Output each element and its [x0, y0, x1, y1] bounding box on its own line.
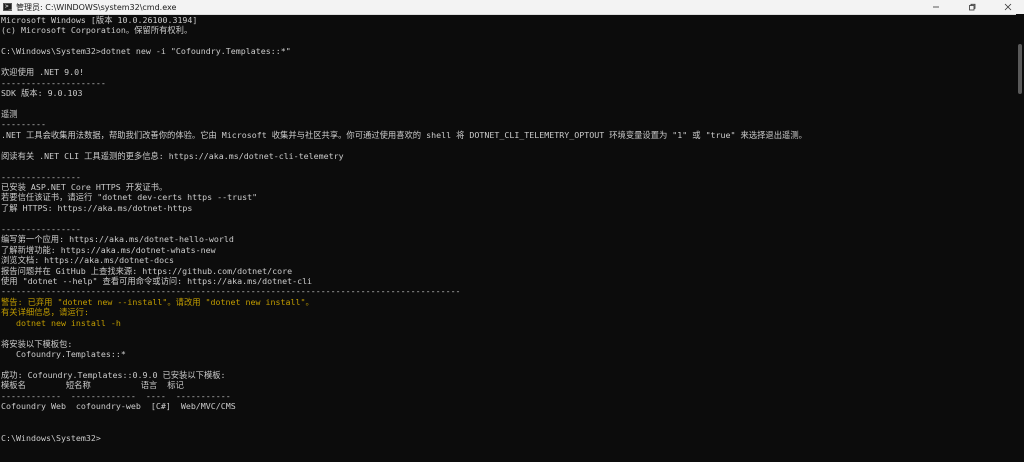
console-line: --------------------- [1, 77, 106, 88]
window-controls [920, 0, 1024, 14]
console-line: 成功: Cofoundry.Templates::0.9.0 已安装以下模板: [1, 369, 226, 380]
console-line: ----------------------------------------… [1, 286, 461, 297]
console-line: 浏览文档: https://aka.ms/dotnet-docs [1, 255, 175, 266]
console-line: 模板名 短名称 语言 标记 [1, 380, 184, 391]
console-line: 编写第一个应用: https://aka.ms/dotnet-hello-wor… [1, 234, 234, 245]
window-title: 管理员: C:\WINDOWS\system32\cmd.exe [16, 2, 177, 12]
cmd-icon-glyph: >_ [5, 3, 13, 10]
console-line: 遥测 [1, 108, 18, 119]
console-line: Microsoft Windows [版本 10.0.26100.3194] [1, 15, 198, 25]
console-line: (c) Microsoft Corporation。保留所有权利。 [1, 25, 193, 36]
console-line: ---------------- [1, 223, 81, 234]
title-bar[interactable]: >_ 管理员: C:\WINDOWS\system32\cmd.exe [0, 0, 1024, 15]
console-line: Cofoundry.Templates::* [1, 349, 126, 359]
console-line: 已安装 ASP.NET Core HTTPS 开发证书。 [1, 182, 168, 192]
console-line: 报告问题并在 GitHub 上查找来源: https://github.com/… [1, 265, 293, 276]
close-icon [1004, 3, 1012, 11]
console-line: 欢迎使用 .NET 9.0! [1, 67, 85, 78]
maximize-icon [969, 3, 976, 11]
maximize-button[interactable] [956, 0, 988, 14]
console-line: dotnet new install -h [1, 317, 121, 328]
console-line: 阅读有关 .NET CLI 工具遥测的更多信息: https://aka.ms/… [1, 150, 344, 161]
console-line: C:\Windows\System32>dotnet new -i "Cofou… [1, 46, 291, 57]
vertical-scrollbar[interactable] [1016, 14, 1024, 462]
console-line: --------- [1, 119, 46, 130]
cmd-icon: >_ [3, 3, 12, 11]
cmd-window: >_ 管理员: C:\WINDOWS\system32\cmd.exe Micr… [0, 0, 1024, 462]
console-line: 若要信任该证书，请运行 "dotnet dev-certs https --tr… [1, 192, 258, 203]
console-line: ---------------- [1, 171, 81, 182]
console-line: .NET 工具会收集用法数据，帮助我们改善你的体验。它由 Microsoft 收… [1, 129, 807, 140]
console-line: Cofoundry Web cofoundry-web [C#] Web/MVC… [1, 401, 236, 412]
console-line: 了解新增功能: https://aka.ms/dotnet-whats-new [1, 244, 216, 255]
console-line: C:\Windows\System32> [1, 432, 101, 443]
minimize-button[interactable] [920, 0, 952, 14]
console-line: SDK 版本: 9.0.103 [1, 88, 83, 99]
console-line: ------------ ------------- ---- --------… [1, 390, 231, 401]
close-button[interactable] [992, 0, 1024, 14]
console-line: 了解 HTTPS: https://aka.ms/dotnet-https [1, 202, 193, 213]
minimize-icon [933, 6, 939, 8]
scrollbar-thumb[interactable] [1018, 44, 1022, 94]
console-line: 使用 "dotnet --help" 查看可用命令或访问: https://ak… [1, 275, 313, 286]
console-line: 警告: 已弃用 "dotnet new --install"。请改用 "dotn… [1, 296, 314, 307]
console-line: 有关详细信息，请运行: [1, 307, 89, 318]
console-output[interactable]: Microsoft Windows [版本 10.0.26100.3194] (c… [0, 14, 1016, 462]
console-line: 将安装以下模板包: [1, 338, 73, 349]
